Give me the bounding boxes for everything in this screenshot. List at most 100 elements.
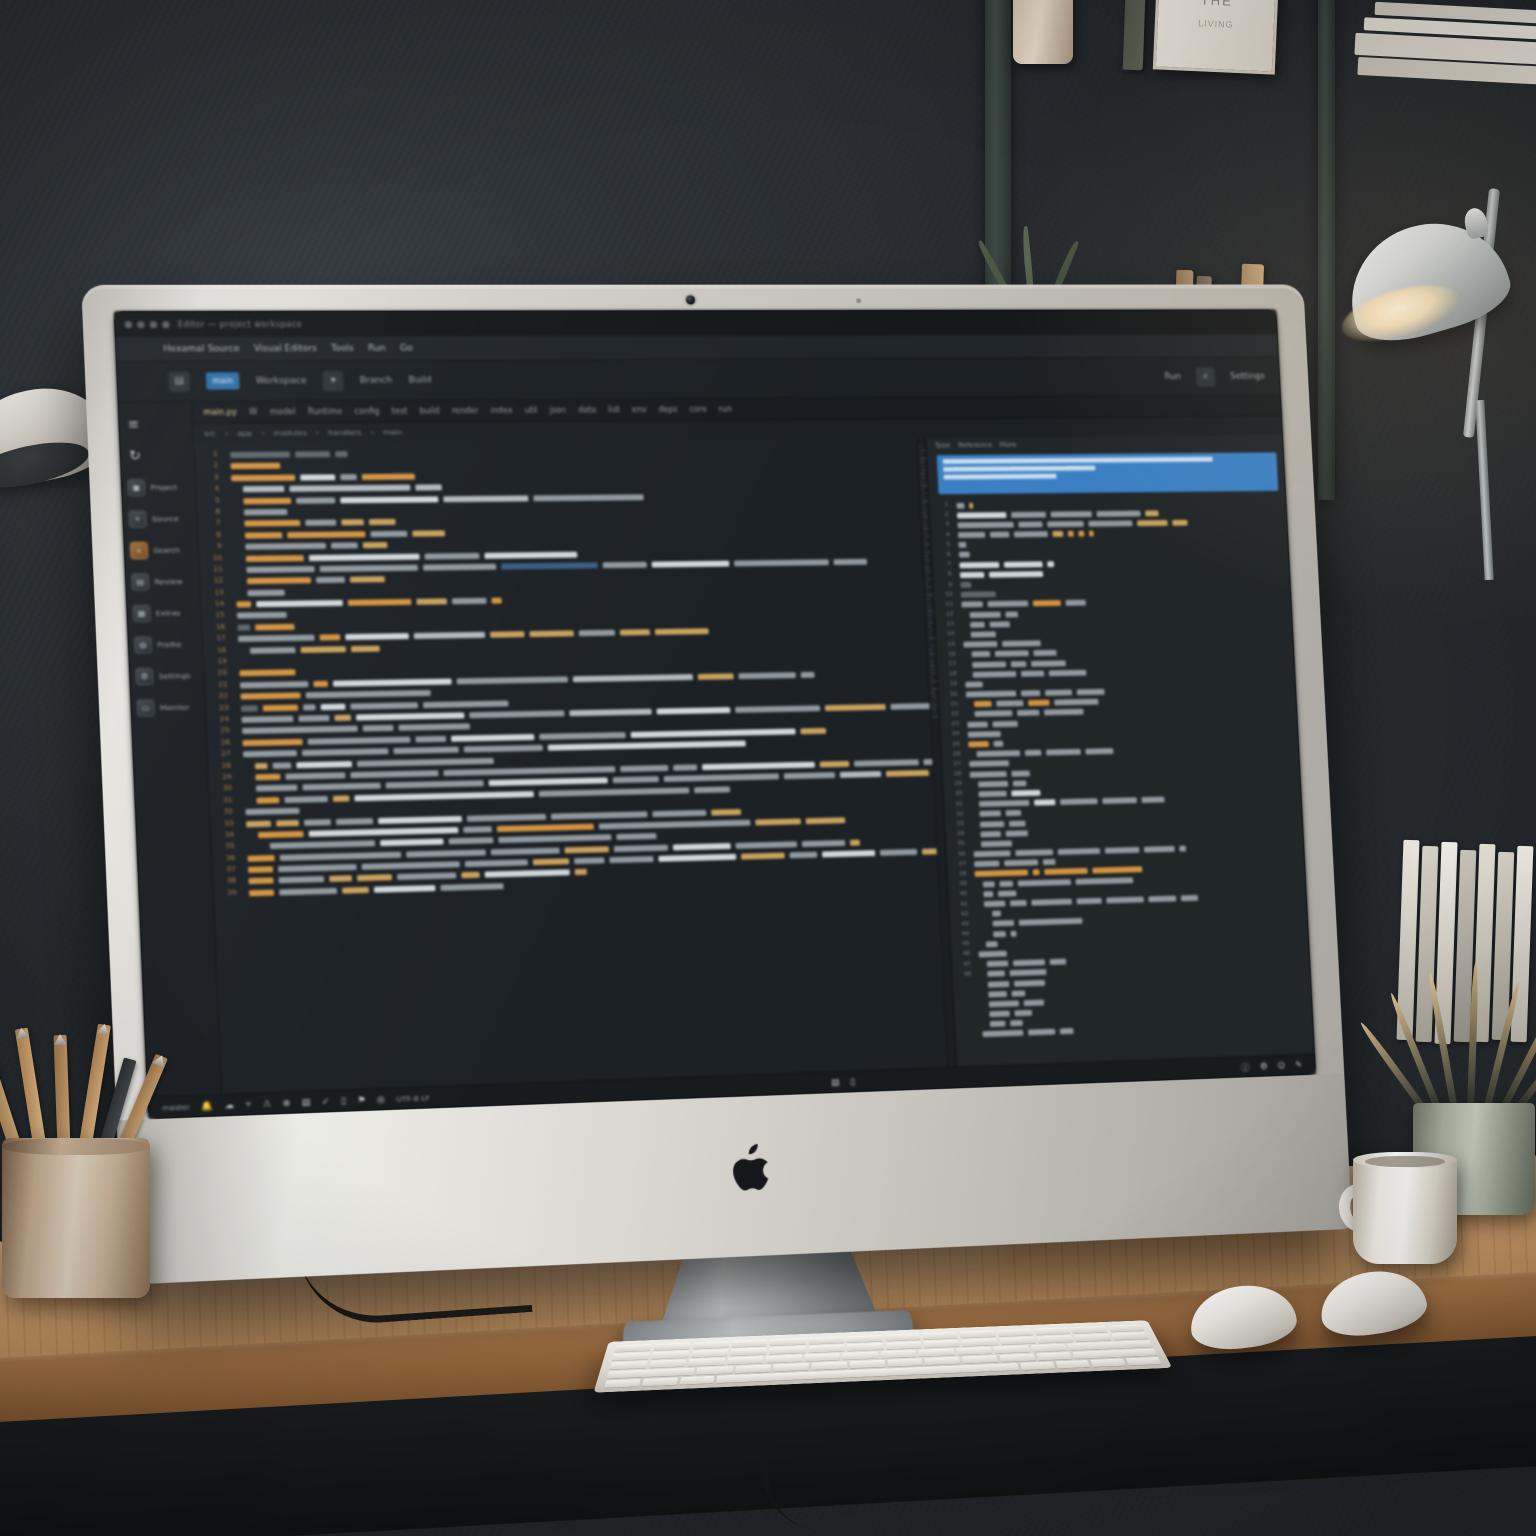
keyboard-key[interactable] [1019, 1361, 1055, 1370]
keyboard-key[interactable] [614, 1343, 653, 1353]
sidebar-item-settings[interactable]: ⚙ Settings [129, 661, 204, 692]
status-branch-label[interactable]: master [162, 1102, 190, 1112]
keyboard-key[interactable] [734, 1364, 771, 1374]
keyboard-key[interactable] [849, 1359, 886, 1369]
keyboard-key[interactable] [884, 1333, 921, 1342]
code-editor-pane[interactable]: 1 2 3 4 5 6 7 8 9 10 11 12 13 14 15 16 17 18 19 20 21 22 23 24 2… [194, 437, 957, 1094]
notification-icon[interactable]: ✎ [1295, 1060, 1303, 1070]
keyboard-key[interactable] [921, 1331, 958, 1340]
keyboard-key[interactable] [727, 1356, 764, 1365]
keyboard-key[interactable] [955, 1346, 993, 1355]
branch-chip[interactable]: main [205, 372, 240, 390]
keyboard-key[interactable] [691, 1349, 729, 1358]
keyboard-key[interactable] [846, 1342, 884, 1351]
breadcrumb-part-1[interactable]: app [237, 429, 252, 438]
toolbar-item-0[interactable]: Workspace [256, 376, 307, 386]
keyboard-key[interactable] [679, 1375, 715, 1385]
branch-icon[interactable]: ⑂ [245, 1100, 251, 1110]
window-control-dot[interactable] [149, 320, 158, 328]
toolbar-right-0[interactable]: Run [1164, 372, 1181, 382]
globe-icon[interactable]: ◎ [377, 1095, 386, 1105]
window-controls[interactable] [124, 320, 170, 328]
keyboard-key[interactable] [765, 1354, 802, 1363]
tab-model[interactable]: model [270, 407, 296, 416]
bell-icon[interactable]: 🔔 [201, 1101, 213, 1112]
menu-item-2[interactable]: Tools [331, 343, 354, 353]
tab-build[interactable]: build [419, 406, 439, 415]
keyboard-key[interactable] [1110, 1332, 1149, 1341]
tab-list[interactable]: list [608, 405, 620, 414]
status-encoding[interactable]: UTF-8 LF [396, 1093, 430, 1103]
keyboard-key[interactable] [687, 1357, 725, 1367]
flag-icon[interactable]: ⚑ [357, 1095, 366, 1105]
tab-data[interactable]: data [578, 405, 596, 414]
terminal-icon[interactable]: ▤ [301, 1097, 310, 1107]
check-icon[interactable]: ✓ [322, 1097, 330, 1107]
info-icon[interactable]: ⓘ [1241, 1061, 1250, 1074]
toolbar-right-2[interactable]: Settings [1230, 371, 1265, 381]
keyboard-key[interactable] [961, 1338, 998, 1347]
tab-env[interactable]: env [632, 405, 647, 414]
tab-core[interactable]: core [689, 405, 707, 414]
search-icon[interactable]: ⌕ [1195, 366, 1216, 387]
keyboard-key[interactable] [1055, 1360, 1091, 1369]
keyboard-key[interactable] [998, 1336, 1036, 1345]
breadcrumb-part-0[interactable]: src [204, 429, 216, 438]
database-icon[interactable]: ▯ [341, 1096, 347, 1106]
keyboard-key[interactable] [993, 1345, 1030, 1354]
tab-main-py[interactable]: main.py [203, 408, 237, 417]
code-lines[interactable] [221, 438, 948, 1093]
keyboard-key[interactable] [653, 1342, 691, 1351]
keyboard-key[interactable] [808, 1336, 845, 1345]
tab-test[interactable]: test [391, 407, 407, 416]
keyboard-key[interactable] [1036, 1335, 1074, 1344]
power-icon[interactable]: ⏻ [1278, 1061, 1285, 1071]
keyboard-key[interactable] [1090, 1358, 1127, 1367]
sidebar-item-profile[interactable]: ◍ Profile [127, 629, 202, 660]
tab-runtime[interactable]: Runtime [308, 407, 343, 416]
tab-render[interactable]: render [452, 406, 479, 415]
keyboard-key[interactable] [880, 1349, 917, 1359]
keyboard-key[interactable] [773, 1362, 809, 1372]
breadcrumb-part-3[interactable]: handlers [328, 428, 362, 437]
keyboard-key[interactable] [885, 1341, 922, 1350]
keyboard-key[interactable] [611, 1352, 651, 1361]
keyboard-key[interactable] [924, 1356, 961, 1366]
warning-icon[interactable]: ⚠ [262, 1099, 271, 1110]
keyboard-key[interactable] [1070, 1325, 1108, 1334]
error-icon[interactable]: ⊗ [282, 1098, 290, 1108]
window-control-dot[interactable] [137, 320, 145, 328]
cloud-icon[interactable]: ☁ [224, 1100, 234, 1111]
sidebar-item-extras[interactable]: ▦ Extras [126, 598, 201, 629]
keyboard-key[interactable] [731, 1339, 768, 1348]
tab-w[interactable]: W [249, 407, 258, 416]
keyboard-key[interactable] [999, 1353, 1036, 1362]
tab-deps[interactable]: deps [658, 405, 678, 414]
selected-match-block[interactable] [937, 452, 1279, 495]
keyboard-key[interactable] [648, 1359, 687, 1368]
keyboard-key[interactable] [846, 1334, 883, 1343]
window-control-dot[interactable] [124, 320, 133, 328]
menu-item-3[interactable]: Run [368, 343, 386, 353]
gear-icon[interactable]: ⚙ [1260, 1061, 1268, 1071]
keyboard-key[interactable] [696, 1366, 733, 1375]
keyboard-key[interactable] [1107, 1324, 1145, 1332]
sidebar-item-explorer[interactable]: ≡ [118, 410, 193, 440]
menu-item-4[interactable]: Go [400, 343, 413, 353]
keyboard-key[interactable] [770, 1337, 806, 1346]
keyboard-key[interactable] [609, 1360, 648, 1370]
toolbar-item-2[interactable]: Build [408, 375, 431, 385]
keyboard-key[interactable] [604, 1378, 641, 1388]
keyboard-key[interactable] [651, 1350, 690, 1360]
keyboard-key[interactable] [692, 1340, 730, 1349]
keyboard-key[interactable] [769, 1345, 806, 1355]
sidebar-item-source[interactable]: ⑂ Source [122, 504, 197, 534]
keyboard-key[interactable] [923, 1339, 960, 1348]
chevron-down-icon[interactable]: ▾ [322, 370, 344, 391]
keyboard-key[interactable] [959, 1330, 996, 1338]
sidebar-item-search[interactable]: ⌕ Search [123, 535, 198, 565]
keyboard-key[interactable] [1033, 1327, 1071, 1335]
tab-json[interactable]: json [549, 406, 566, 415]
breadcrumb-part-4[interactable]: main [383, 428, 403, 437]
toolbar-item-1[interactable]: Branch [360, 375, 393, 385]
